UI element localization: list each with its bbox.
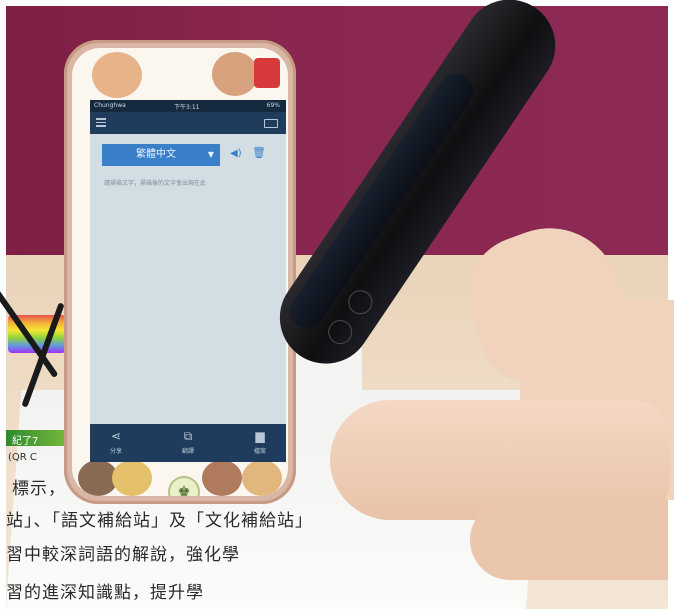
folder-icon: ▆ — [255, 429, 265, 443]
photo-scene: (QR C 紀了7 標示， 站」、「語文補給站」及「文化補給站」 習中較深詞語的… — [0, 0, 674, 615]
document-line-4: 習的進深知識點，提升學 — [6, 583, 204, 603]
pen-button-2 — [343, 285, 377, 319]
language-selector-value: 繁體中文 — [136, 149, 176, 160]
scan-placeholder-text: 請掃描文字，掃描後的文字會出現在此 — [104, 180, 207, 187]
menu-icon[interactable] — [96, 118, 106, 127]
cartoon-sticker-bottom-3 — [202, 460, 242, 496]
speaker-icon[interactable]: ◀) — [230, 148, 242, 159]
bottom-tab-bar: ⋖ 分享 ⧉ 翻譯 ▆ 檔案 — [90, 424, 286, 462]
document-line-3: 習中較深詞語的解說，強化學 — [6, 545, 240, 565]
tab-files-label: 檔案 — [253, 448, 266, 455]
smartphone: Chunghwa 下午3:11 69% 繁體中文 ▼ ◀) 🗑 請掃描文字，掃描… — [64, 40, 296, 504]
hand-lower — [470, 500, 668, 580]
tab-translate[interactable]: ⧉ 翻譯 — [168, 428, 208, 455]
pen-button-1 — [323, 315, 357, 349]
carrier-label: Chunghwa — [94, 102, 126, 109]
battery-level: 69% — [266, 102, 280, 109]
cartoon-sticker-bottom-2 — [112, 460, 152, 496]
document-text-small: (QR C — [8, 452, 37, 463]
tab-share[interactable]: ⋖ 分享 — [96, 428, 136, 455]
tab-files[interactable]: ▆ 檔案 — [240, 428, 280, 455]
document-line-2: 站」、「語文補給站」及「文化補給站」 — [6, 511, 313, 531]
document-banner-text: 紀了7 — [12, 436, 39, 447]
trash-icon[interactable]: 🗑 — [252, 146, 266, 159]
cartoon-sticker-bottom-4 — [242, 460, 282, 496]
language-selector[interactable]: 繁體中文 ▼ — [102, 144, 220, 166]
status-bar: Chunghwa 下午3:11 69% — [90, 100, 286, 112]
document-line-1: 標示， — [12, 479, 66, 499]
share-icon: ⋖ — [110, 429, 122, 443]
cartoon-sticker-top-left — [92, 52, 142, 98]
scan-result-area[interactable]: 繁體中文 ▼ ◀) 🗑 請掃描文字，掃描後的文字會出現在此 — [90, 134, 286, 424]
translate-icon: ⧉ — [183, 429, 193, 443]
phone-screen: Chunghwa 下午3:11 69% 繁體中文 ▼ ◀) 🗑 請掃描文字，掃描… — [90, 100, 286, 462]
chevron-down-icon: ▼ — [207, 150, 214, 159]
cartoon-sticker-top-right — [212, 52, 258, 96]
app-bar — [90, 112, 286, 134]
status-time: 下午3:11 — [174, 104, 200, 111]
home-button[interactable]: ♚ — [168, 476, 200, 496]
tab-translate-label: 翻譯 — [181, 448, 194, 455]
battery-icon — [264, 119, 278, 128]
phone-decorated-case: Chunghwa 下午3:11 69% 繁體中文 ▼ ◀) 🗑 請掃描文字，掃描… — [72, 48, 288, 496]
tab-share-label: 分享 — [109, 448, 122, 455]
red-sticker — [254, 58, 280, 88]
